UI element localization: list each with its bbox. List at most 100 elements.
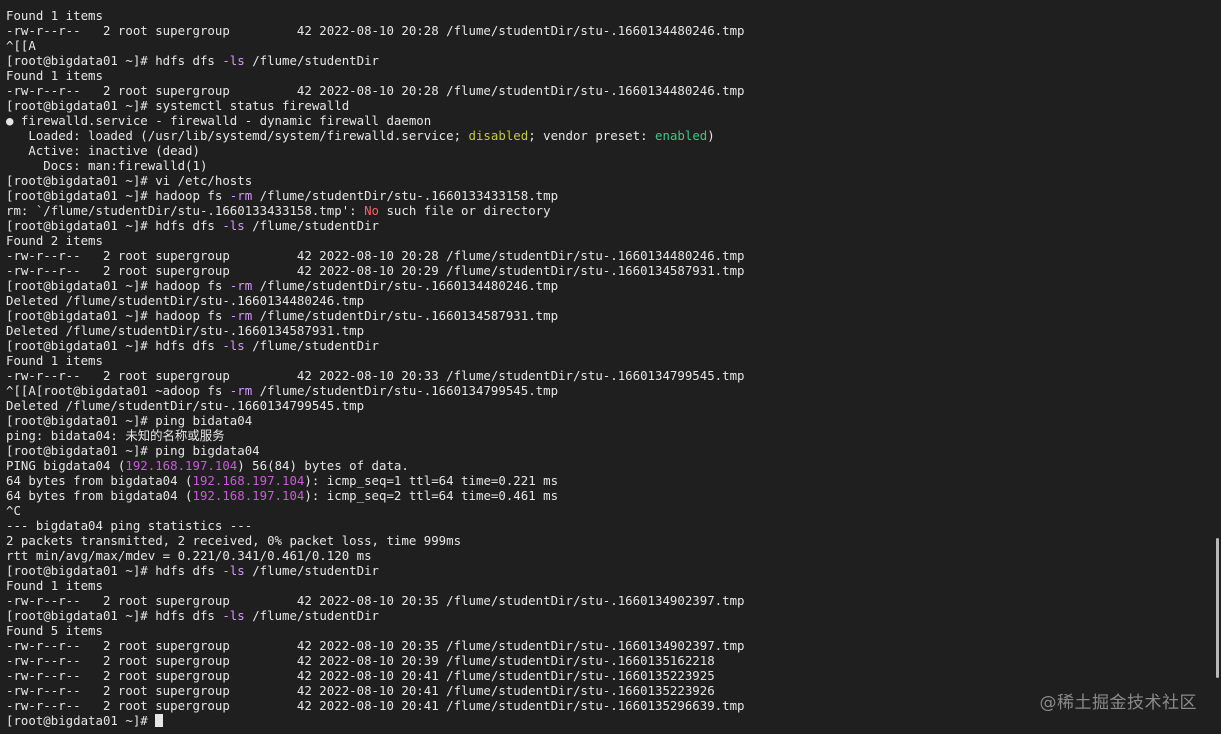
terminal-text-segment: disabled <box>468 128 529 143</box>
terminal-text-segment: ping: bidata04: 未知的名称或服务 <box>6 428 225 443</box>
terminal-text-segment: ) <box>707 128 715 143</box>
terminal-line: Loaded: loaded (/usr/lib/systemd/system/… <box>6 128 1206 143</box>
terminal-text-segment: /flume/studentDir <box>244 218 380 233</box>
terminal-line: ● firewalld.service - firewalld - dynami… <box>6 113 1206 128</box>
terminal-line: 64 bytes from bigdata04 (192.168.197.104… <box>6 488 1206 503</box>
terminal-text-segment: [root@bigdata01 ~]# hdfs dfs <box>6 608 223 623</box>
terminal-text-segment: 2 packets transmitted, 2 received, 0% pa… <box>6 533 462 548</box>
shell-prompt: [root@bigdata01 ~]# <box>6 713 156 728</box>
terminal-text-segment: -rw-r--r-- 2 root supergroup 42 2022-08-… <box>6 593 745 608</box>
terminal-text-segment: /flume/studentDir <box>244 563 380 578</box>
terminal-text-segment: ) 56(84) bytes of data. <box>237 458 409 473</box>
terminal-line: [root@bigdata01 ~]# vi /etc/hosts <box>6 173 1206 188</box>
terminal-text-segment: -rw-r--r-- 2 root supergroup 42 2022-08-… <box>6 698 745 713</box>
terminal-line: -rw-r--r-- 2 root supergroup 42 2022-08-… <box>6 683 1206 698</box>
terminal-line: [root@bigdata01 ~]# hadoop fs -rm /flume… <box>6 278 1206 293</box>
terminal-line: rm: `/flume/studentDir/stu-.166013343315… <box>6 203 1206 218</box>
terminal-line: -rw-r--r-- 2 root supergroup 42 2022-08-… <box>6 668 1206 683</box>
terminal-text-segment: -rw-r--r-- 2 root supergroup 42 2022-08-… <box>6 248 745 263</box>
prompt-line[interactable]: [root@bigdata01 ~]# <box>6 713 1206 728</box>
terminal-line: 64 bytes from bigdata04 (192.168.197.104… <box>6 473 1206 488</box>
terminal-text-segment: /flume/studentDir <box>244 608 380 623</box>
terminal-text-segment: -rw-r--r-- 2 root supergroup 42 2022-08-… <box>6 638 745 653</box>
terminal-line: [root@bigdata01 ~]# hdfs dfs -ls /flume/… <box>6 338 1206 353</box>
terminal-text-segment: Deleted /flume/studentDir/stu-.166013448… <box>6 293 365 308</box>
terminal-text-segment: ): icmp_seq=2 ttl=64 time=0.461 ms <box>304 488 559 503</box>
terminal-line: ^[[A <box>6 38 1206 53</box>
terminal-text-segment: --- bigdata04 ping statistics --- <box>6 518 253 533</box>
vertical-scrollbar[interactable] <box>1214 0 1221 734</box>
terminal-line: Active: inactive (dead) <box>6 143 1206 158</box>
terminal-text-segment: such file or directory <box>379 203 551 218</box>
terminal-text-segment: -rm <box>229 278 253 293</box>
terminal-text-segment: -rw-r--r-- 2 root supergroup 42 2022-08-… <box>6 263 745 278</box>
terminal-text-segment: Found 2 items <box>6 233 103 248</box>
terminal-text-segment: -rm <box>229 383 253 398</box>
terminal-line: Deleted /flume/studentDir/stu-.166013458… <box>6 323 1206 338</box>
terminal-text-segment: Docs: man:firewalld(1) <box>6 158 208 173</box>
terminal-text-segment: -rw-r--r-- 2 root supergroup 42 2022-08-… <box>6 83 745 98</box>
terminal-text-segment: [root@bigdata01 ~]# vi /etc/hosts <box>6 173 253 188</box>
terminal-line: [root@bigdata01 ~]# systemctl status fir… <box>6 98 1206 113</box>
terminal-text-segment: rtt min/avg/max/mdev = 0.221/0.341/0.461… <box>6 548 372 563</box>
terminal-text-segment: [root@bigdata01 ~]# hdfs dfs <box>6 53 223 68</box>
terminal-line: Docs: man:firewalld(1) <box>6 158 1206 173</box>
terminal-line: Deleted /flume/studentDir/stu-.166013448… <box>6 293 1206 308</box>
terminal-output[interactable]: Found 1 items -rw-r--r-- 2 root supergrou… <box>6 8 1206 728</box>
terminal-text-segment: rm: `/flume/studentDir/stu-.166013343315… <box>6 203 365 218</box>
terminal-line: -rw-r--r-- 2 root supergroup 42 2022-08-… <box>6 593 1206 608</box>
terminal-text-segment: -rw-r--r-- 2 root supergroup 42 2022-08-… <box>6 668 715 683</box>
terminal-text-segment: Loaded: loaded (/usr/lib/systemd/system/… <box>6 128 469 143</box>
terminal-text-segment: ^C <box>6 503 21 518</box>
terminal-text-segment: -ls <box>222 608 245 623</box>
terminal-text-segment: -ls <box>222 218 245 233</box>
terminal-text-segment: [root@bigdata01 ~]# hdfs dfs <box>6 218 223 233</box>
terminal-text-segment: ^[[A <box>6 38 36 53</box>
terminal-line: -rw-r--r-- 2 root supergroup 42 2022-08-… <box>6 368 1206 383</box>
watermark: @稀土掘金技术社区 <box>1039 693 1197 713</box>
terminal-text-segment: [root@bigdata01 ~]# ping bidata04 <box>6 413 253 428</box>
terminal-text-segment: 192.168.197.104 <box>192 473 305 488</box>
terminal-line: Found 1 items <box>6 353 1206 368</box>
terminal-text-segment: Deleted /flume/studentDir/stu-.166013458… <box>6 323 365 338</box>
terminal-line: 2 packets transmitted, 2 received, 0% pa… <box>6 533 1206 548</box>
terminal-line: [root@bigdata01 ~]# ping bidata04 <box>6 413 1206 428</box>
terminal-line: [root@bigdata01 ~]# hadoop fs -rm /flume… <box>6 188 1206 203</box>
terminal-text-segment: [root@bigdata01 ~]# hdfs dfs <box>6 563 223 578</box>
terminal-text-segment: ● firewalld.service - firewalld - dynami… <box>6 113 432 128</box>
terminal-line: Found 1 items <box>6 8 1206 23</box>
scrollbar-thumb[interactable] <box>1216 538 1219 678</box>
terminal-line: -rw-r--r-- 2 root supergroup 42 2022-08-… <box>6 638 1206 653</box>
terminal-text-segment: [root@bigdata01 ~]# hadoop fs <box>6 308 230 323</box>
terminal-line: Found 1 items <box>6 578 1206 593</box>
terminal-text-segment: [root@bigdata01 ~]# hadoop fs <box>6 188 230 203</box>
terminal-text-segment: /flume/studentDir/stu-.1660133433158.tmp <box>252 188 559 203</box>
terminal-line: -rw-r--r-- 2 root supergroup 42 2022-08-… <box>6 653 1206 668</box>
terminal-text-segment: [root@bigdata01 ~]# hadoop fs <box>6 278 230 293</box>
terminal-text-segment: Found 1 items <box>6 578 103 593</box>
terminal-line: [root@bigdata01 ~]# hdfs dfs -ls /flume/… <box>6 218 1206 233</box>
terminal-line: [root@bigdata01 ~]# hadoop fs -rm /flume… <box>6 308 1206 323</box>
terminal-line: Deleted /flume/studentDir/stu-.166013479… <box>6 398 1206 413</box>
terminal-text-segment: -rw-r--r-- 2 root supergroup 42 2022-08-… <box>6 683 715 698</box>
terminal-text-segment: ; vendor preset: <box>528 128 656 143</box>
terminal-text-segment: 192.168.197.104 <box>192 488 305 503</box>
terminal-text-segment: [root@bigdata01 ~]# systemctl status fir… <box>6 98 350 113</box>
terminal-line: -rw-r--r-- 2 root supergroup 42 2022-08-… <box>6 23 1206 38</box>
text-cursor <box>155 714 164 727</box>
terminal-window[interactable]: Found 1 items -rw-r--r-- 2 root supergrou… <box>0 0 1221 734</box>
terminal-line: --- bigdata04 ping statistics --- <box>6 518 1206 533</box>
terminal-text-segment: -ls <box>222 563 245 578</box>
terminal-line: [root@bigdata01 ~]# hdfs dfs -ls /flume/… <box>6 563 1206 578</box>
terminal-text-segment: Deleted /flume/studentDir/stu-.166013479… <box>6 398 365 413</box>
terminal-text-segment: No <box>364 203 379 218</box>
terminal-line: ping: bidata04: 未知的名称或服务 <box>6 428 1206 443</box>
terminal-text-segment: ^[[A[root@bigdata01 ~adoop fs <box>6 383 230 398</box>
terminal-text-segment: Active: inactive (dead) <box>6 143 200 158</box>
terminal-line: -rw-r--r-- 2 root supergroup 42 2022-08-… <box>6 248 1206 263</box>
terminal-line: ^[[A[root@bigdata01 ~adoop fs -rm /flume… <box>6 383 1206 398</box>
terminal-line: ^C <box>6 503 1206 518</box>
terminal-line: Found 5 items <box>6 623 1206 638</box>
terminal-line: Found 2 items <box>6 233 1206 248</box>
terminal-text-segment: -ls <box>222 53 245 68</box>
